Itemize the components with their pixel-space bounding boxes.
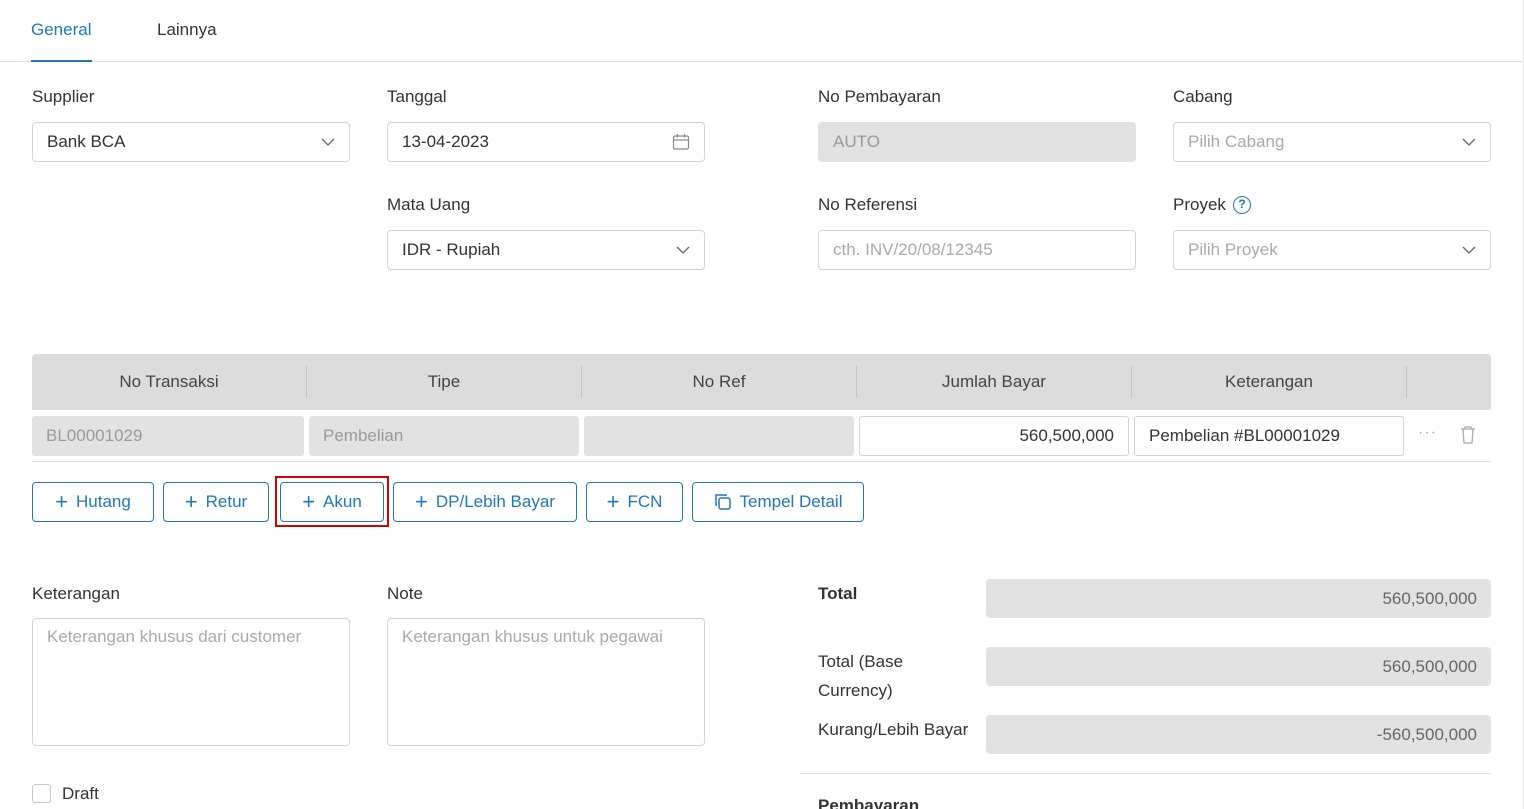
trash-icon[interactable] bbox=[1459, 425, 1477, 445]
calendar-icon[interactable] bbox=[672, 133, 690, 151]
supplier-value: Bank BCA bbox=[47, 132, 126, 151]
no-pembayaran-label: No Pembayaran bbox=[818, 87, 941, 106]
plus-icon: + bbox=[184, 489, 198, 514]
cabang-placeholder: Pilih Cabang bbox=[1188, 132, 1285, 151]
total-label: Total bbox=[818, 584, 858, 603]
chevron-down-icon bbox=[321, 138, 335, 146]
dp-button-label: DP/Lebih Bayar bbox=[435, 492, 555, 511]
kurang-lebih-bayar-value: -560,500,000 bbox=[986, 715, 1491, 754]
tanggal-value: 13-04-2023 bbox=[402, 132, 489, 151]
table-row: BL00001029 Pembelian 560,500,000 Pembeli… bbox=[32, 410, 1491, 462]
tab-bar: General Lainnya bbox=[0, 0, 1522, 62]
proyek-select[interactable]: Pilih Proyek bbox=[1173, 230, 1491, 270]
cabang-select[interactable]: Pilih Cabang bbox=[1173, 122, 1491, 162]
supplier-label: Supplier bbox=[32, 87, 95, 106]
note-label: Note bbox=[387, 584, 423, 603]
more-icon[interactable]: ··· bbox=[1418, 424, 1437, 442]
total-base-label-line1: Total (Base bbox=[818, 652, 904, 671]
col-header-tipe: Tipe bbox=[427, 372, 461, 391]
col-header-keterangan: Keterangan bbox=[1225, 372, 1313, 391]
tempel-detail-button[interactable]: Tempel Detail bbox=[692, 482, 864, 522]
no-referensi-label: No Referensi bbox=[818, 195, 918, 214]
plus-icon: + bbox=[606, 489, 620, 514]
plus-icon: + bbox=[415, 489, 428, 514]
plus-icon: + bbox=[55, 489, 69, 514]
add-hutang-button[interactable]: + Hutang bbox=[32, 482, 154, 522]
total-base-label-line2: Currency) bbox=[818, 681, 893, 700]
note-textarea[interactable]: Keterangan khusus untuk pegawai bbox=[387, 618, 705, 746]
total-base-value: 560,500,000 bbox=[986, 647, 1491, 686]
kurang-lebih-bayar-label: Kurang/Lebih Bayar bbox=[818, 720, 969, 739]
chevron-down-icon bbox=[676, 246, 690, 254]
mata-uang-select[interactable]: IDR - Rupiah bbox=[387, 230, 705, 270]
col-header-no-transaksi: No Transaksi bbox=[119, 372, 219, 391]
section-divider bbox=[800, 773, 1491, 774]
cell-jumlah-bayar-input[interactable]: 560,500,000 bbox=[859, 416, 1129, 456]
cell-no-transaksi: BL00001029 bbox=[32, 416, 304, 456]
cell-keterangan-input[interactable]: Pembelian #BL00001029 bbox=[1134, 416, 1404, 456]
supplier-select[interactable]: Bank BCA bbox=[32, 122, 350, 162]
proyek-placeholder: Pilih Proyek bbox=[1188, 240, 1278, 259]
no-referensi-input[interactable]: cth. INV/20/08/12345 bbox=[818, 230, 1136, 270]
tanggal-date-input[interactable]: 13-04-2023 bbox=[387, 122, 705, 162]
no-pembayaran-field: AUTO bbox=[818, 122, 1136, 162]
highlight-box bbox=[275, 476, 389, 527]
detail-table-header: No Transaksi Tipe No Ref Jumlah Bayar Ke… bbox=[32, 354, 1491, 410]
col-header-no-ref: No Ref bbox=[692, 372, 746, 391]
column-divider bbox=[1406, 366, 1407, 398]
retur-button-label: Retur bbox=[205, 492, 248, 511]
add-retur-button[interactable]: + Retur bbox=[163, 482, 269, 522]
draft-label: Draft bbox=[62, 784, 99, 803]
no-pembayaran-value: AUTO bbox=[833, 132, 880, 151]
pembayaran-label: Pembayaran bbox=[818, 796, 920, 809]
chevron-down-icon bbox=[1462, 138, 1476, 146]
keterangan-label: Keterangan bbox=[32, 584, 120, 603]
draft-checkbox[interactable] bbox=[32, 784, 51, 803]
chevron-down-icon bbox=[1462, 246, 1476, 254]
mata-uang-label: Mata Uang bbox=[387, 195, 471, 214]
cell-no-ref bbox=[584, 416, 854, 456]
keterangan-textarea[interactable]: Keterangan khusus dari customer bbox=[32, 618, 350, 746]
total-value: 560,500,000 bbox=[986, 579, 1491, 618]
tab-lainnya[interactable]: Lainnya bbox=[157, 20, 217, 62]
copy-icon bbox=[714, 494, 731, 510]
tempel-button-label: Tempel Detail bbox=[739, 492, 843, 511]
fcn-button-label: FCN bbox=[627, 492, 663, 511]
hutang-button-label: Hutang bbox=[76, 492, 131, 511]
tab-general[interactable]: General bbox=[31, 20, 92, 62]
proyek-label: Proyek bbox=[1173, 195, 1226, 214]
cabang-label: Cabang bbox=[1173, 87, 1233, 106]
col-header-jumlah-bayar: Jumlah Bayar bbox=[942, 372, 1046, 391]
add-fcn-button[interactable]: + FCN bbox=[586, 482, 683, 522]
add-dp-lebih-bayar-button[interactable]: + DP/Lebih Bayar bbox=[393, 482, 577, 522]
no-referensi-placeholder: cth. INV/20/08/12345 bbox=[833, 240, 993, 259]
mata-uang-value: IDR - Rupiah bbox=[402, 240, 501, 259]
help-icon[interactable]: ? bbox=[1233, 196, 1251, 214]
cell-tipe: Pembelian bbox=[309, 416, 579, 456]
tanggal-label: Tanggal bbox=[387, 87, 447, 106]
